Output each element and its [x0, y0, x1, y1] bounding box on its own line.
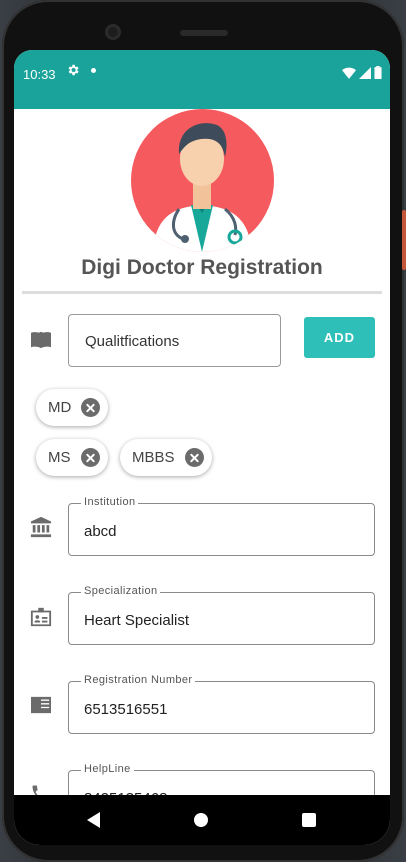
- registration-label: Registration Number: [81, 674, 196, 686]
- recent-apps-icon[interactable]: [302, 813, 316, 827]
- notification-dot-icon: [91, 68, 96, 73]
- badge-icon: [30, 606, 54, 630]
- battery-icon: [374, 66, 382, 79]
- specialization-value: Heart Specialist: [84, 612, 190, 629]
- status-icons: [342, 66, 382, 79]
- specialization-field[interactable]: Specialization Heart Specialist: [68, 585, 375, 645]
- title-divider: [22, 291, 382, 294]
- qualification-input[interactable]: Qualitfications: [68, 314, 281, 367]
- status-bar: 10:33: [14, 50, 390, 109]
- earpiece-speaker: [180, 30, 228, 36]
- chip-label: MBBS: [132, 449, 175, 466]
- doctor-avatar: [131, 109, 274, 252]
- chip-ms: MS: [36, 439, 108, 476]
- chip-mbbs: MBBS: [120, 439, 212, 476]
- registration-value: 6513516551: [84, 701, 168, 718]
- wifi-icon: [342, 67, 356, 79]
- chip-label: MS: [48, 449, 71, 466]
- status-time: 10:33: [23, 67, 56, 82]
- institution-field[interactable]: Institution abcd: [68, 496, 375, 556]
- remove-chip-icon[interactable]: [184, 448, 204, 467]
- gear-icon: [66, 63, 80, 80]
- chip-label: MD: [48, 399, 72, 416]
- specialization-label: Specialization: [81, 585, 161, 597]
- registration-form: Digi Doctor Registration Qualitfications…: [14, 109, 390, 795]
- power-button: [402, 210, 406, 270]
- navigation-bar: [14, 795, 390, 845]
- remove-chip-icon[interactable]: [80, 448, 100, 467]
- institution-label: Institution: [81, 496, 139, 508]
- screen: 10:33 Digi Doctor Registration Qualitfic…: [14, 50, 390, 845]
- registration-number-field[interactable]: Registration Number 6513516551: [68, 674, 375, 734]
- qualification-placeholder: Qualitfications: [85, 333, 180, 350]
- phone-icon: [30, 783, 54, 795]
- helpline-field[interactable]: HelpLine 8425135468: [68, 763, 375, 795]
- front-camera: [105, 24, 121, 40]
- page-title: Digi Doctor Registration: [81, 256, 323, 279]
- back-icon[interactable]: [87, 812, 100, 828]
- helpline-label: HelpLine: [81, 763, 134, 775]
- institution-value: abcd: [84, 523, 117, 540]
- add-qualification-button[interactable]: ADD: [304, 317, 375, 358]
- chip-md: MD: [36, 389, 109, 426]
- remove-chip-icon[interactable]: [81, 398, 101, 417]
- bank-icon: [30, 516, 54, 540]
- home-icon[interactable]: [194, 813, 208, 827]
- card-icon: [30, 695, 54, 719]
- book-icon: [30, 330, 54, 354]
- signal-icon: [359, 66, 371, 79]
